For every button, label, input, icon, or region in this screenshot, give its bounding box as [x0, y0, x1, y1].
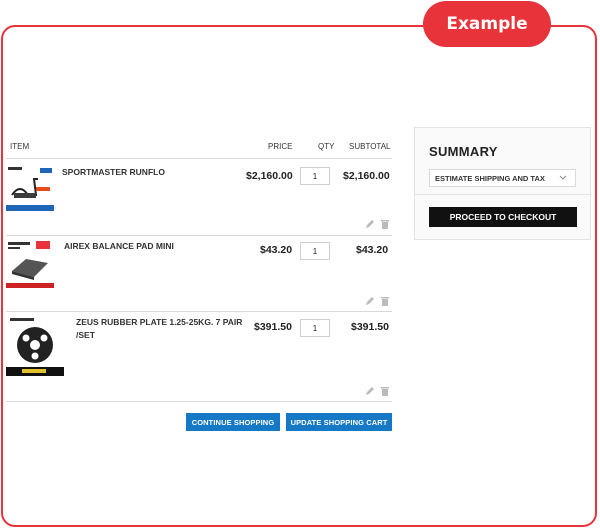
product-price: $2,160.00	[246, 170, 293, 182]
cart-row: SPORTMASTER RUNFLO $2,160.00 1 $2,160.00	[6, 159, 392, 236]
estimate-shipping-label: ESTIMATE SHIPPING AND TAX	[435, 174, 545, 183]
product-name[interactable]: SPORTMASTER RUNFLO	[62, 166, 165, 179]
product-subtotal: $43.20	[356, 244, 389, 256]
estimate-shipping-toggle[interactable]: ESTIMATE SHIPPING AND TAX	[429, 169, 576, 187]
product-price: $391.50	[254, 321, 292, 333]
continue-shopping-button[interactable]: CONTINUE SHOPPING	[186, 413, 280, 431]
product-image[interactable]	[6, 165, 54, 211]
product-image[interactable]	[6, 239, 54, 289]
edit-icon[interactable]	[365, 216, 375, 228]
summary-divider	[415, 194, 590, 195]
cart-row: ZEUS RUBBER PLATE 1.25-25KG. 7 PAIR /SET…	[6, 311, 392, 402]
quantity-input[interactable]: 1	[300, 319, 330, 337]
update-cart-button[interactable]: UPDATE SHOPPING CART	[286, 413, 392, 431]
product-name[interactable]: AIREX BALANCE PAD MINI	[64, 240, 174, 253]
chevron-down-icon	[559, 173, 567, 181]
summary-panel: SUMMARY ESTIMATE SHIPPING AND TAX PROCEE…	[414, 127, 591, 240]
quantity-input[interactable]: 1	[300, 242, 330, 260]
column-item: ITEM	[10, 142, 30, 151]
cart-row: AIREX BALANCE PAD MINI $43.20 1 $43.20	[6, 235, 392, 312]
quantity-input[interactable]: 1	[300, 167, 330, 185]
column-subtotal: SUBTOTAL	[349, 142, 391, 151]
cart-table-header: ITEM PRICE QTY SUBTOTAL	[6, 138, 392, 159]
edit-icon[interactable]	[365, 293, 375, 305]
example-badge: Example	[423, 1, 551, 47]
proceed-to-checkout-button[interactable]: PROCEED TO CHECKOUT	[429, 207, 577, 227]
product-subtotal: $2,160.00	[343, 170, 390, 182]
product-name-line2: /SET	[76, 330, 95, 340]
column-price: PRICE	[268, 142, 293, 151]
delete-icon[interactable]	[380, 383, 390, 396]
summary-title: SUMMARY	[429, 144, 498, 159]
product-name[interactable]: ZEUS RUBBER PLATE 1.25-25KG. 7 PAIR /SET	[76, 316, 242, 342]
product-image[interactable]	[6, 316, 64, 376]
product-subtotal: $391.50	[351, 321, 389, 333]
delete-icon[interactable]	[380, 216, 390, 229]
product-price: $43.20	[260, 244, 293, 256]
product-name-line1: ZEUS RUBBER PLATE 1.25-25KG. 7 PAIR	[76, 317, 243, 327]
delete-icon[interactable]	[380, 293, 390, 306]
edit-icon[interactable]	[365, 383, 375, 395]
column-qty: QTY	[318, 142, 335, 151]
